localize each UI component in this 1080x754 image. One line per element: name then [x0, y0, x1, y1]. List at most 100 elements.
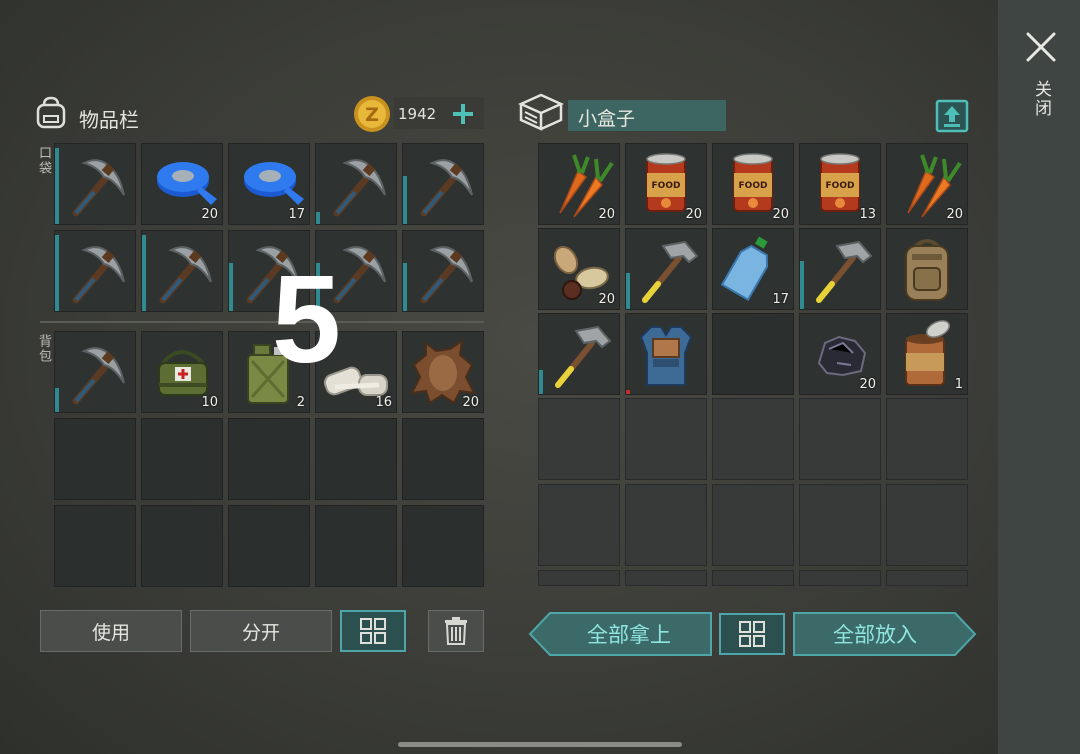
inventory-slot[interactable]: 20: [886, 143, 968, 225]
inventory-slot[interactable]: [799, 228, 881, 310]
inventory-slot[interactable]: [625, 313, 707, 395]
close-label[interactable]: 关闭: [1030, 80, 1052, 118]
hammer-icon: [555, 325, 612, 388]
empty-slot[interactable]: [315, 418, 397, 500]
empty-slot[interactable]: [228, 418, 310, 500]
empty-slot[interactable]: [799, 570, 881, 586]
inventory-slot[interactable]: [54, 230, 136, 312]
box-sort-button[interactable]: [719, 613, 785, 655]
svg-text:FOOD: FOOD: [826, 181, 855, 191]
empty-slot[interactable]: [141, 418, 223, 500]
empty-slot[interactable]: [141, 505, 223, 587]
durability-bar: [626, 273, 630, 309]
pickaxe-icon: [72, 159, 125, 217]
durability-bar: [229, 263, 233, 311]
durability-bar: [55, 235, 59, 311]
inventory-slot[interactable]: 1: [886, 313, 968, 395]
empty-slot[interactable]: [799, 484, 881, 566]
empty-slot[interactable]: [402, 418, 484, 500]
svg-text:Z: Z: [365, 104, 379, 126]
sort-button[interactable]: [340, 610, 406, 652]
empty-slot[interactable]: [538, 570, 620, 586]
item-count: 2: [296, 395, 305, 410]
split-button[interactable]: 分开: [190, 610, 332, 652]
inventory-slot[interactable]: [402, 230, 484, 312]
overlay-number: 5: [272, 251, 341, 389]
armor-vest-icon: [639, 326, 693, 386]
item-count: 20: [462, 395, 479, 410]
empty-slot[interactable]: [625, 484, 707, 566]
empty-slot[interactable]: [54, 505, 136, 587]
durability-bar: [800, 261, 804, 309]
pocket-label: 口袋: [36, 146, 51, 176]
empty-slot[interactable]: [625, 398, 707, 480]
inventory-slot[interactable]: 10: [141, 331, 223, 413]
backpack-icon: [905, 239, 949, 301]
inventory-slot[interactable]: [315, 143, 397, 225]
empty-slot[interactable]: [402, 505, 484, 587]
pickaxe-icon: [420, 159, 473, 217]
item-count: 10: [201, 395, 218, 410]
coin-icon: Z: [354, 96, 390, 132]
inventory-slot[interactable]: 20: [538, 143, 620, 225]
item-count: 20: [201, 207, 218, 222]
item-count: 20: [859, 377, 876, 392]
inventory-slot[interactable]: 20: [799, 313, 881, 395]
inventory-slot[interactable]: FOOD 20: [625, 143, 707, 225]
empty-slot[interactable]: [886, 398, 968, 480]
inventory-slot[interactable]: [54, 331, 136, 413]
empty-slot[interactable]: [886, 484, 968, 566]
svg-text:FOOD: FOOD: [652, 181, 681, 191]
upload-icon[interactable]: [935, 99, 969, 133]
item-count: 20: [946, 207, 963, 222]
inventory-slot[interactable]: FOOD 20: [712, 143, 794, 225]
pocket-divider: [40, 321, 484, 323]
empty-slot[interactable]: [799, 398, 881, 480]
use-button[interactable]: 使用: [40, 610, 182, 652]
inventory-slot[interactable]: [625, 228, 707, 310]
durability-bar: [316, 212, 320, 224]
inventory-slot[interactable]: [402, 143, 484, 225]
inventory-slot[interactable]: 20: [402, 331, 484, 413]
empty-slot[interactable]: [625, 570, 707, 586]
inventory-slot[interactable]: [141, 230, 223, 312]
empty-slot[interactable]: [315, 505, 397, 587]
inventory-slot[interactable]: 17: [712, 228, 794, 310]
trash-button[interactable]: [428, 610, 484, 652]
inventory-slot[interactable]: [886, 228, 968, 310]
item-count: 20: [598, 207, 615, 222]
take-all-button[interactable]: 全部拿上: [548, 613, 710, 655]
add-coins-button[interactable]: [451, 102, 475, 126]
grid-sort-icon: [360, 618, 386, 644]
empty-slot[interactable]: [712, 570, 794, 586]
backpack-label: 背包: [36, 334, 51, 364]
put-all-button[interactable]: 全部放入: [794, 613, 956, 655]
home-indicator: [398, 742, 682, 747]
empty-slot[interactable]: [712, 313, 794, 395]
box-icon: [518, 93, 564, 131]
durability-bar: [539, 370, 543, 394]
backpack-header-icon: [36, 96, 66, 129]
empty-slot[interactable]: [712, 484, 794, 566]
empty-slot[interactable]: [712, 398, 794, 480]
item-count: 1: [954, 377, 963, 392]
box-name: 小盒子: [578, 108, 636, 130]
trash-icon: [445, 617, 467, 645]
inventory-slot[interactable]: FOOD 13: [799, 143, 881, 225]
inventory-slot[interactable]: [538, 313, 620, 395]
empty-slot[interactable]: [54, 418, 136, 500]
empty-slot[interactable]: [886, 570, 968, 586]
pickaxe-icon: [159, 246, 212, 304]
inventory-slot[interactable]: 20: [538, 228, 620, 310]
hammer-icon: [642, 240, 699, 303]
inventory-slot[interactable]: 20: [141, 143, 223, 225]
grid-sort-icon: [739, 621, 765, 647]
inventory-slot[interactable]: [54, 143, 136, 225]
empty-slot[interactable]: [538, 398, 620, 480]
close-icon[interactable]: [1024, 30, 1058, 64]
coin-amount: 1942: [398, 105, 437, 123]
inventory-slot[interactable]: 17: [228, 143, 310, 225]
empty-slot[interactable]: [228, 505, 310, 587]
empty-slot[interactable]: [538, 484, 620, 566]
hammer-icon: [816, 240, 873, 303]
